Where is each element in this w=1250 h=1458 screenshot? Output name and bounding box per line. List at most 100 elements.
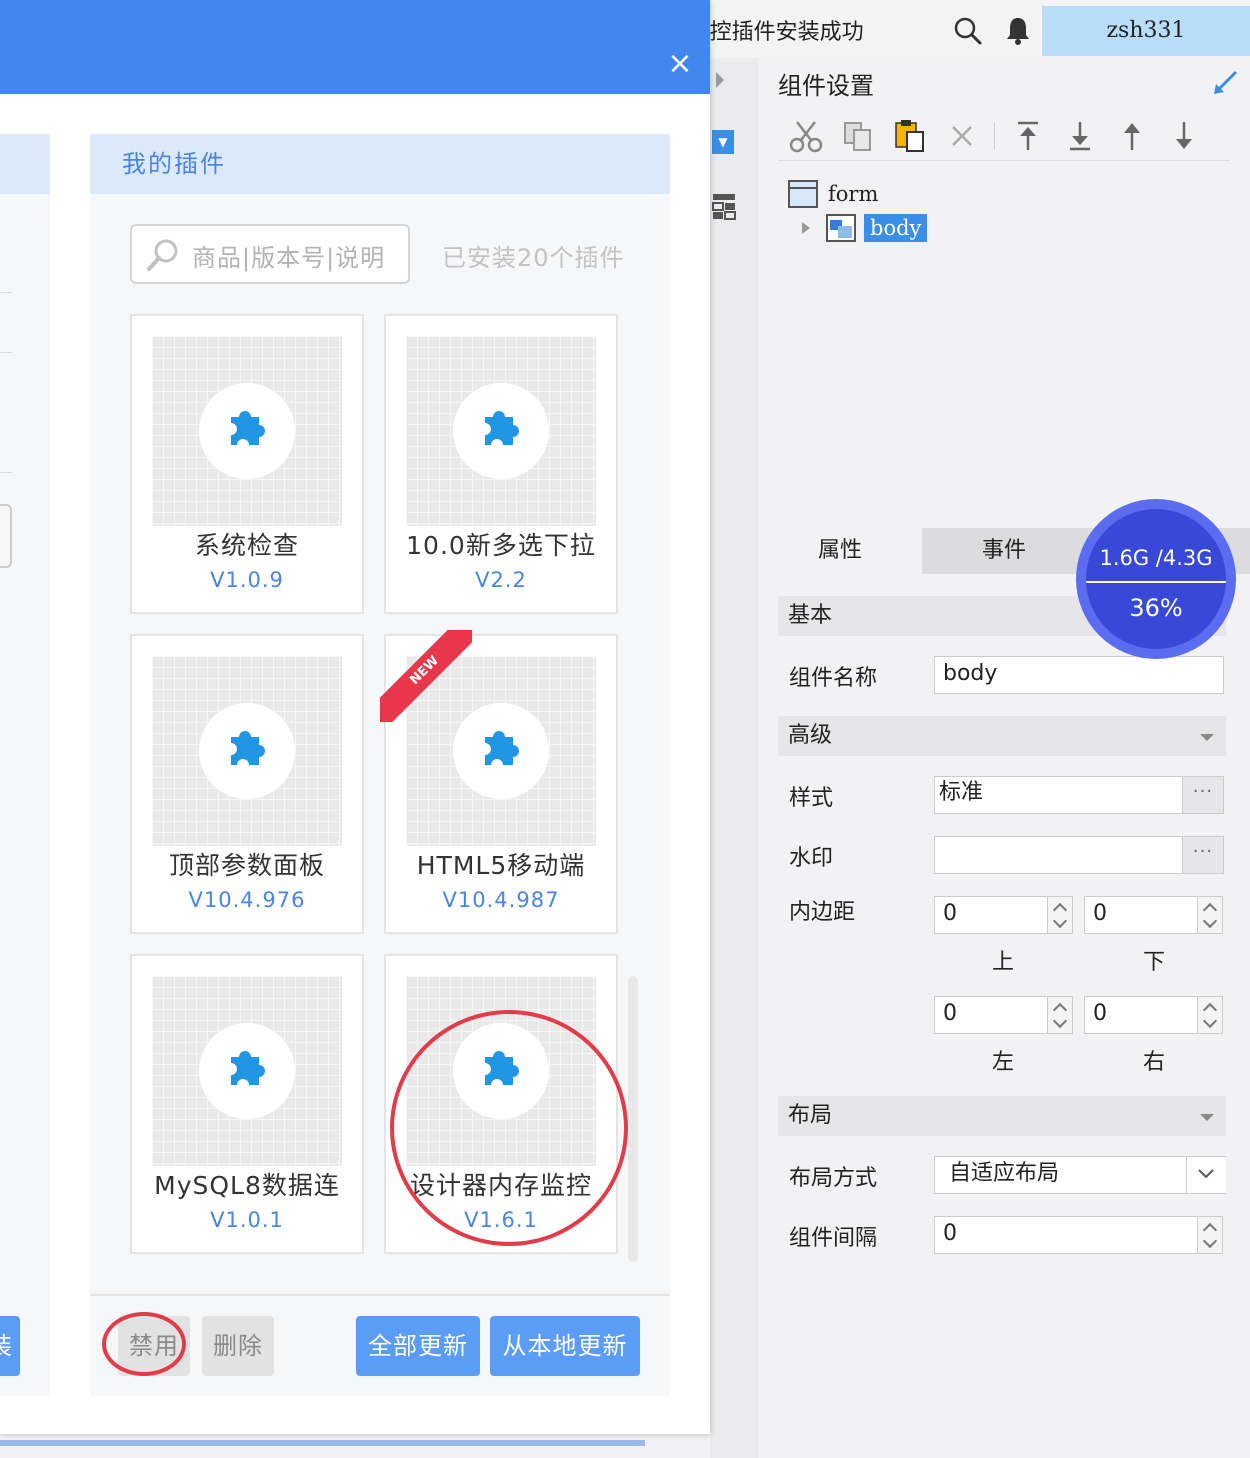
section-basic-label: 基本 — [788, 603, 833, 628]
tab-properties[interactable]: 属性 — [758, 528, 922, 574]
padding-left-input[interactable]: 0 — [934, 996, 1048, 1034]
tree-node-form[interactable]: form — [788, 180, 878, 208]
plugin-card[interactable]: 10.0新多选下拉 V2.2 — [384, 314, 618, 614]
tree-label-body: body — [864, 214, 928, 242]
plugin-version: V1.0.1 — [210, 1208, 284, 1232]
puzzle-icon — [485, 411, 519, 445]
section-layout[interactable]: 布局 — [778, 1096, 1226, 1136]
tree-node-body[interactable]: body — [800, 214, 928, 242]
panel-title: 我的插件 — [90, 134, 670, 194]
copy-icon[interactable] — [840, 120, 876, 152]
layout-mode-select[interactable]: 自适应布局 — [934, 1156, 1226, 1194]
plugin-name: 10.0新多选下拉 — [406, 531, 596, 560]
expand-arrow-icon[interactable] — [800, 220, 812, 236]
search-icon — [146, 238, 180, 276]
scrollbar[interactable] — [628, 976, 638, 1262]
pin-icon[interactable] — [1212, 68, 1240, 100]
padding-right-stepper[interactable] — [1197, 996, 1223, 1034]
move-top-icon[interactable] — [1010, 120, 1046, 152]
layout-icon[interactable] — [712, 192, 736, 220]
padding-top-stepper[interactable] — [1047, 896, 1073, 934]
update-all-button[interactable]: 全部更新 — [356, 1316, 480, 1376]
gap-input[interactable]: 0 — [934, 1216, 1198, 1254]
tab-events[interactable]: 事件 — [922, 528, 1086, 574]
collapse-icon — [1200, 1114, 1214, 1121]
bell-icon[interactable] — [1005, 16, 1031, 50]
highlight-circle — [390, 1010, 628, 1246]
puzzle-icon — [485, 731, 519, 765]
section-layout-label: 布局 — [788, 1103, 833, 1128]
component-name-input[interactable]: body — [934, 656, 1224, 694]
delete-icon[interactable] — [944, 120, 980, 152]
padding-top-caption: 上 — [992, 950, 1015, 975]
memory-monitor-inner — [1086, 509, 1226, 649]
plugin-thumbnail — [152, 976, 342, 1166]
plugin-name: MySQL8数据连 — [154, 1171, 340, 1200]
padding-right-caption: 右 — [1143, 1050, 1166, 1075]
plugin-thumbnail — [152, 656, 342, 846]
user-name[interactable]: zsh331 — [1042, 6, 1250, 56]
watermark-input[interactable] — [934, 836, 1184, 874]
padding-left-caption: 左 — [992, 1050, 1015, 1075]
puzzle-icon — [231, 731, 265, 765]
plugin-version: V2.2 — [475, 568, 527, 592]
search-placeholder: 商品|版本号|说明 — [192, 244, 386, 272]
dialog-header — [0, 0, 710, 94]
dropdown-icon[interactable]: ▼ — [712, 130, 734, 154]
style-more-button[interactable]: ··· — [1182, 776, 1224, 814]
close-icon[interactable]: × — [664, 48, 696, 80]
padding-bottom-stepper[interactable] — [1197, 896, 1223, 934]
editor-strip — [710, 58, 758, 1458]
update-from-local-button[interactable]: 从本地更新 — [490, 1316, 640, 1376]
search-icon[interactable] — [953, 16, 983, 50]
plugin-card[interactable]: 顶部参数面板 V10.4.976 — [130, 634, 364, 934]
memory-percent: 36% — [1129, 594, 1183, 622]
puzzle-icon — [231, 411, 265, 445]
padding-right-input[interactable]: 0 — [1084, 996, 1198, 1034]
install-button[interactable]: 装 — [0, 1316, 20, 1376]
padding-bottom-input[interactable]: 0 — [1084, 896, 1198, 934]
new-badge-label: NEW — [380, 630, 472, 722]
form-icon — [788, 180, 818, 208]
watermark-label: 水印 — [789, 846, 834, 871]
section-advanced[interactable]: 高级 — [778, 716, 1226, 756]
plugin-store-header — [0, 134, 50, 194]
plugin-version: V1.0.9 — [210, 568, 284, 592]
plugin-version: V10.4.987 — [442, 888, 560, 912]
padding-label: 内边距 — [789, 900, 856, 925]
highlight-circle — [102, 1312, 186, 1376]
body-icon — [826, 214, 856, 242]
puzzle-icon — [231, 1051, 265, 1085]
padding-left-stepper[interactable] — [1047, 996, 1073, 1034]
padding-bottom-caption: 下 — [1143, 950, 1166, 975]
delete-button[interactable]: 删除 — [202, 1316, 274, 1376]
padding-top-input[interactable]: 0 — [934, 896, 1048, 934]
paste-icon[interactable] — [892, 120, 928, 152]
plugin-card[interactable]: 系统检查 V1.0.9 — [130, 314, 364, 614]
cut-icon[interactable] — [788, 120, 824, 153]
plugin-name: HTML5移动端 — [416, 851, 586, 880]
component-tree: form body — [778, 176, 1238, 476]
style-input[interactable]: 标准 — [934, 776, 1184, 814]
move-up-icon[interactable] — [1114, 120, 1150, 152]
move-bottom-icon[interactable] — [1062, 120, 1098, 152]
gap-label: 组件间隔 — [789, 1226, 878, 1251]
store-card-edge — [0, 504, 12, 568]
plugin-thumbnail — [406, 336, 596, 526]
gap-stepper[interactable] — [1197, 1216, 1223, 1254]
plugin-card[interactable]: MySQL8数据连 V1.0.1 — [130, 954, 364, 1254]
move-down-icon[interactable] — [1166, 120, 1202, 152]
new-badge: NEW — [380, 630, 472, 722]
install-button-label: 装 — [0, 1332, 12, 1360]
toolbar — [778, 112, 1230, 161]
plugin-name: 顶部参数面板 — [168, 851, 325, 880]
bottom-strip — [0, 1440, 645, 1446]
chevron-down-icon[interactable] — [1186, 1157, 1226, 1193]
section-advanced-label: 高级 — [788, 723, 833, 748]
tree-label-form: form — [828, 182, 879, 206]
plugin-version: V10.4.976 — [188, 888, 306, 912]
footer-divider — [90, 1294, 670, 1296]
plugin-thumbnail — [152, 336, 342, 526]
watermark-more-button[interactable]: ··· — [1182, 836, 1224, 874]
collapse-icon — [1200, 734, 1214, 741]
